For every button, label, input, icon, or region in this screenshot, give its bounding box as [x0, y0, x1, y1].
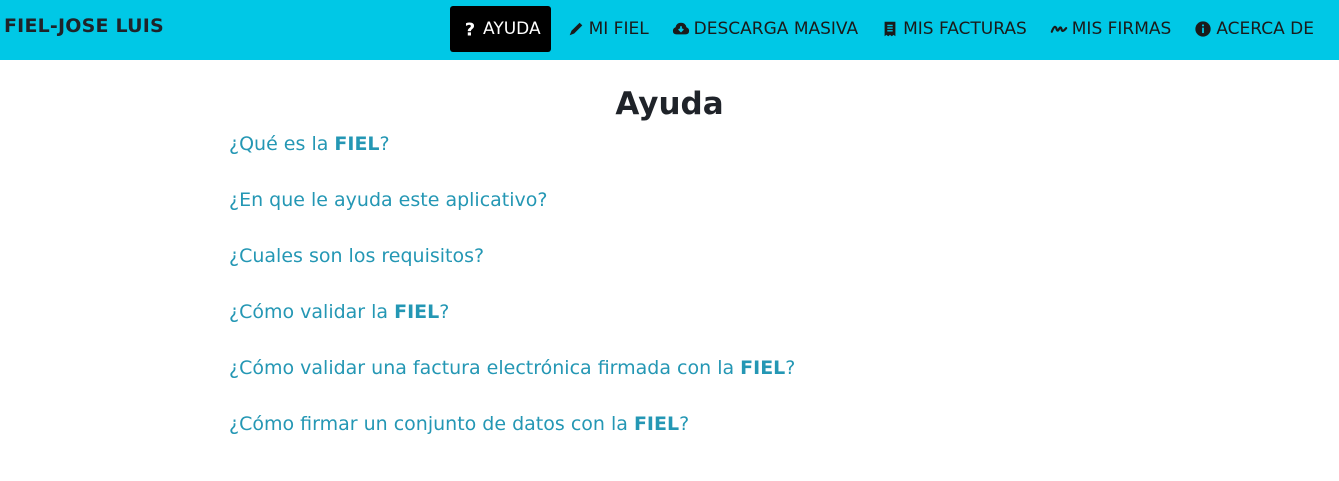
nav-item-ayuda[interactable]: ? AYUDA	[450, 6, 551, 52]
pen-icon	[566, 19, 586, 39]
nav-label-descarga-masiva: DESCARGA MASIVA	[693, 19, 859, 39]
brand-title[interactable]: FIEL-JOSE LUIS	[4, 15, 164, 37]
info-icon	[1193, 19, 1213, 39]
faq-list: ¿Qué es la FIEL? ¿En que le ayuda este a…	[229, 132, 795, 468]
faq-link-firmar-datos[interactable]: ¿Cómo firmar un conjunto de datos con la…	[229, 412, 795, 468]
nav-label-mi-fiel: MI FIEL	[588, 19, 649, 39]
page-title: Ayuda	[615, 86, 724, 122]
nav-item-mi-fiel[interactable]: MI FIEL	[555, 6, 660, 52]
main-nav: ? AYUDA MI FIEL DESCARGA MASIVA MIS FACT…	[450, 6, 1325, 52]
faq-link-en-que-ayuda[interactable]: ¿En que le ayuda este aplicativo?	[229, 188, 795, 244]
receipt-icon	[880, 19, 900, 39]
nav-item-mis-firmas[interactable]: MIS FIRMAS	[1038, 6, 1183, 52]
nav-label-mis-facturas: MIS FACTURAS	[903, 19, 1027, 39]
cloud-download-icon	[671, 19, 691, 39]
nav-label-mis-firmas: MIS FIRMAS	[1071, 19, 1172, 39]
signature-icon	[1049, 19, 1069, 39]
nav-label-acerca-de: ACERCA DE	[1216, 19, 1314, 39]
nav-item-descarga-masiva[interactable]: DESCARGA MASIVA	[660, 6, 869, 52]
faq-link-validar-factura[interactable]: ¿Cómo validar una factura electrónica fi…	[229, 356, 795, 412]
question-icon: ?	[460, 19, 480, 39]
svg-text:?: ?	[465, 20, 475, 38]
nav-item-acerca-de[interactable]: ACERCA DE	[1182, 6, 1325, 52]
nav-label-ayuda: AYUDA	[483, 19, 541, 39]
navbar: FIEL-JOSE LUIS ? AYUDA MI FIEL DESCARGA …	[0, 0, 1339, 60]
faq-link-requisitos[interactable]: ¿Cuales son los requisitos?	[229, 244, 795, 300]
faq-link-que-es-fiel[interactable]: ¿Qué es la FIEL?	[229, 132, 795, 188]
nav-item-mis-facturas[interactable]: MIS FACTURAS	[869, 6, 1038, 52]
faq-link-validar-fiel[interactable]: ¿Cómo validar la FIEL?	[229, 300, 795, 356]
